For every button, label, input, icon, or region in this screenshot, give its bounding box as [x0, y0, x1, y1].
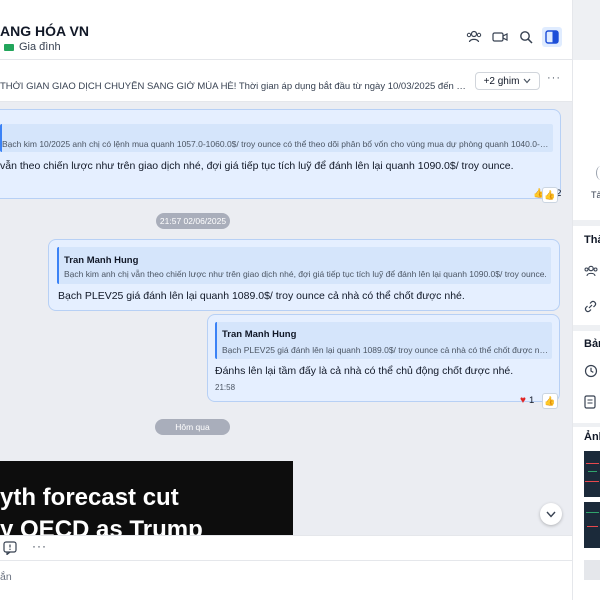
message-text: Đánhs lên lại tầm đấy là cả nhà có thể c…	[215, 365, 514, 377]
reply-quote-author: Tran Manh Hung	[64, 255, 139, 266]
more-options-icon[interactable]: ···	[547, 72, 561, 84]
link-icon[interactable]	[584, 300, 597, 318]
time-separator: 21:57 02/06/2025	[156, 213, 230, 229]
panel-section-info: Thà	[573, 226, 600, 325]
image-message[interactable]: yth forecast cut y OECD as Trump	[0, 461, 293, 535]
header-actions	[464, 27, 562, 47]
category-label: Gia đình	[19, 41, 61, 53]
image-caption-line: y OECD as Trump	[0, 516, 203, 535]
members-icon[interactable]	[584, 264, 598, 282]
message-composer[interactable]: ắn	[0, 560, 572, 600]
pinned-more-label: +2 ghim	[483, 75, 520, 87]
react-button[interactable]: 👍	[542, 393, 558, 409]
panel-section-title: Thà	[584, 234, 600, 246]
message-bubble[interactable]	[0, 109, 561, 199]
media-thumbnail[interactable]	[584, 502, 600, 548]
reply-quote-text: Bạch kim 10/2025 anh chị có lệnh mua qua…	[2, 139, 550, 149]
image-caption-line: yth forecast cut	[0, 484, 179, 511]
chevron-down-icon	[523, 78, 531, 84]
message-text: Bạch PLEV25 giá đánh lên lại quanh 1089.…	[58, 290, 465, 302]
chevron-down-icon	[546, 511, 556, 518]
panel-section-title: Ảnh	[584, 431, 600, 443]
panel-avatar-partial[interactable]	[596, 166, 600, 180]
message-input[interactable]: ắn	[0, 571, 12, 583]
message-list[interactable]: Bạch kim 10/2025 anh chị có lệnh mua qua…	[0, 102, 572, 535]
conversation-title[interactable]: ANG HÓA VN	[0, 23, 89, 39]
category-tag-icon	[4, 43, 14, 51]
conversation-info-panel: Tả Thà Bản Ảnh	[572, 0, 600, 600]
chat-header: ANG HÓA VN Gia đình	[0, 0, 572, 60]
panel-section-top: Tả	[573, 60, 600, 220]
group-icon[interactable]	[464, 27, 484, 47]
reply-quote-text: Bạch PLEV25 giá đánh lên lại quanh 1089.…	[222, 345, 549, 355]
media-thumbnail[interactable]	[584, 451, 600, 497]
thumbs-up-icon: 👍	[544, 189, 556, 200]
reply-quote-author: Tran Manh Hung	[222, 329, 297, 340]
more-options-icon[interactable]: ···	[32, 539, 47, 553]
date-separator: Hôm qua	[155, 419, 230, 435]
category-row[interactable]: Gia đình	[4, 41, 61, 53]
message-reactions[interactable]: ♥ 1	[520, 395, 534, 406]
reaction-count: 1	[528, 395, 535, 406]
heart-icon: ♥	[520, 395, 526, 406]
panel-truncated-label: Tả	[591, 190, 600, 200]
panel-view-all-button[interactable]	[584, 560, 600, 580]
search-icon[interactable]	[516, 27, 536, 47]
reply-quote-text: Bạch kim anh chị vẫn theo chiến lược như…	[64, 269, 547, 279]
thumbs-up-outline-icon: 👍	[544, 395, 556, 406]
notes-icon[interactable]	[584, 395, 596, 414]
sidebar-toggle-icon[interactable]	[542, 27, 562, 47]
quick-message-icon[interactable]	[3, 541, 17, 560]
video-call-icon[interactable]	[490, 27, 510, 47]
scroll-to-bottom-button[interactable]	[540, 503, 562, 525]
pinned-message-text[interactable]: THỜI GIAN GIAO DỊCH CHUYỂN SANG GIỜ MÙA …	[0, 81, 468, 92]
message-text: vẫn theo chiến lược như trên giao dịch n…	[0, 160, 514, 172]
panel-section-board: Bản	[573, 331, 600, 423]
clock-icon[interactable]	[584, 364, 598, 383]
composer-toolbar: ···	[0, 535, 572, 560]
pinned-more-button[interactable]: +2 ghim	[475, 72, 540, 90]
message-timestamp: 21:58	[215, 383, 236, 392]
panel-section-title: Bản	[584, 338, 600, 350]
panel-section-media: Ảnh	[573, 427, 600, 600]
react-button[interactable]: 👍	[542, 187, 558, 203]
